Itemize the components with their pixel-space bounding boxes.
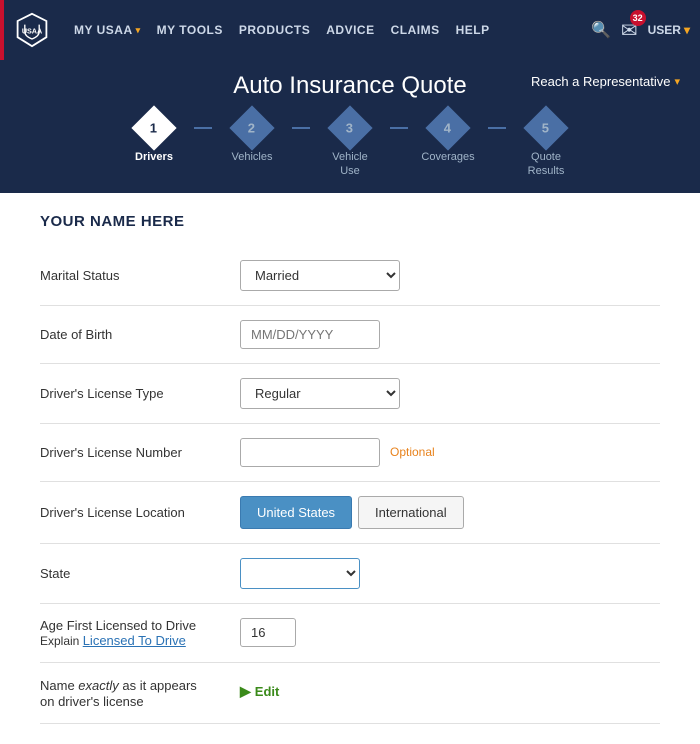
marital-status-control: Married Single Divorced Widowed — [240, 260, 660, 291]
edit-button[interactable]: ▶ Edit — [240, 683, 660, 700]
step-1[interactable]: 1 Drivers — [114, 112, 194, 164]
step-connector-3 — [390, 127, 408, 129]
nav-help[interactable]: HELP — [450, 23, 496, 37]
steps-row: 1 Drivers 2 Vehicles 3 VehicleUse 4 Cove… — [114, 112, 586, 193]
step-5-diamond: 5 — [523, 105, 568, 150]
state-control: Alabama Alaska Arizona California Texas — [240, 558, 660, 589]
dob-input[interactable] — [240, 320, 380, 349]
license-number-optional: Optional — [390, 445, 435, 459]
dob-row: Date of Birth — [40, 306, 660, 364]
license-type-row: Driver's License Type Regular Commercial… — [40, 364, 660, 424]
dob-control — [240, 320, 660, 349]
step-connector-1 — [194, 127, 212, 129]
step-3-diamond: 3 — [327, 105, 372, 150]
mail-button[interactable]: ✉ 32 — [621, 18, 638, 43]
mail-badge: 32 — [630, 10, 646, 26]
state-select[interactable]: Alabama Alaska Arizona California Texas — [240, 558, 360, 589]
license-type-control: Regular Commercial Other — [240, 378, 660, 409]
form-area: YOUR NAME HERE Marital Status Married Si… — [0, 193, 700, 744]
age-licensed-input[interactable]: 16 — [240, 618, 296, 647]
usaa-logo[interactable]: USAA — [14, 12, 50, 48]
license-number-control: Optional — [240, 438, 660, 467]
license-number-input[interactable] — [240, 438, 380, 467]
chevron-down-icon: ▾ — [136, 25, 141, 36]
header-banner: Auto Insurance Quote Reach a Representat… — [0, 60, 700, 193]
nav-bar: USAA MY USAA ▾ MY TOOLS PRODUCTS ADVICE … — [0, 0, 700, 60]
nav-products[interactable]: PRODUCTS — [233, 23, 316, 37]
step-5[interactable]: 5 QuoteResults — [506, 112, 586, 179]
step-3[interactable]: 3 VehicleUse — [310, 112, 390, 179]
reach-rep-button[interactable]: Reach a Representative ▾ — [531, 74, 680, 89]
step-2[interactable]: 2 Vehicles — [212, 112, 292, 164]
name-on-license-label: Name exactly as it appearson driver's li… — [40, 677, 240, 709]
license-location-us-button[interactable]: United States — [240, 496, 352, 529]
step-connector-2 — [292, 127, 310, 129]
state-label: State — [40, 566, 240, 581]
nav-claims[interactable]: CLAIMS — [385, 23, 446, 37]
reach-rep-chevron-icon: ▾ — [674, 75, 680, 88]
name-on-license-row: Name exactly as it appearson driver's li… — [40, 663, 660, 724]
license-number-row: Driver's License Number Optional — [40, 424, 660, 482]
license-type-label: Driver's License Type — [40, 386, 240, 401]
step-5-label: QuoteResults — [528, 150, 565, 179]
step-4-diamond: 4 — [425, 105, 470, 150]
nav-advice[interactable]: ADVICE — [320, 23, 380, 37]
step-2-diamond: 2 — [229, 105, 274, 150]
license-number-label: Driver's License Number — [40, 445, 240, 460]
nav-right: 🔍 ✉ 32 USER ▾ — [591, 18, 690, 43]
license-location-row: Driver's License Location United States … — [40, 482, 660, 544]
step-3-label: VehicleUse — [332, 150, 367, 179]
age-licensed-row: Age First Licensed to Drive Explain Lice… — [40, 604, 660, 663]
user-chevron-icon: ▾ — [684, 23, 690, 37]
nav-my-tools[interactable]: MY TOOLS — [151, 23, 229, 37]
license-type-select[interactable]: Regular Commercial Other — [240, 378, 400, 409]
search-icon[interactable]: 🔍 — [591, 20, 611, 40]
marital-status-row: Marital Status Married Single Divorced W… — [40, 246, 660, 306]
license-location-intl-button[interactable]: International — [358, 496, 464, 529]
user-menu[interactable]: USER ▾ — [648, 23, 690, 37]
step-1-label: Drivers — [135, 150, 173, 164]
age-licensed-control: 16 — [240, 618, 660, 647]
age-licensed-label: Age First Licensed to Drive Explain Lice… — [40, 618, 240, 648]
step-4-label: Coverages — [421, 150, 474, 164]
marital-status-label: Marital Status — [40, 268, 240, 283]
nav-links: MY USAA ▾ MY TOOLS PRODUCTS ADVICE CLAIM… — [68, 23, 591, 37]
state-row: State Alabama Alaska Arizona California … — [40, 544, 660, 604]
step-2-label: Vehicles — [232, 150, 273, 164]
step-1-diamond: 1 — [131, 105, 176, 150]
form-name-heading: YOUR NAME HERE — [40, 213, 660, 230]
page-title: Auto Insurance Quote — [233, 72, 466, 100]
edit-arrow-icon: ▶ — [240, 683, 251, 700]
marital-status-select[interactable]: Married Single Divorced Widowed — [240, 260, 400, 291]
name-on-license-control: ▶ Edit — [240, 677, 660, 700]
license-location-label: Driver's License Location — [40, 505, 240, 520]
step-4[interactable]: 4 Coverages — [408, 112, 488, 164]
nav-my-usaa[interactable]: MY USAA ▾ — [68, 23, 147, 37]
step-connector-4 — [488, 127, 506, 129]
dob-label: Date of Birth — [40, 327, 240, 342]
license-location-control: United States International — [240, 496, 660, 529]
licensed-to-drive-link[interactable]: Licensed To Drive — [83, 633, 186, 648]
